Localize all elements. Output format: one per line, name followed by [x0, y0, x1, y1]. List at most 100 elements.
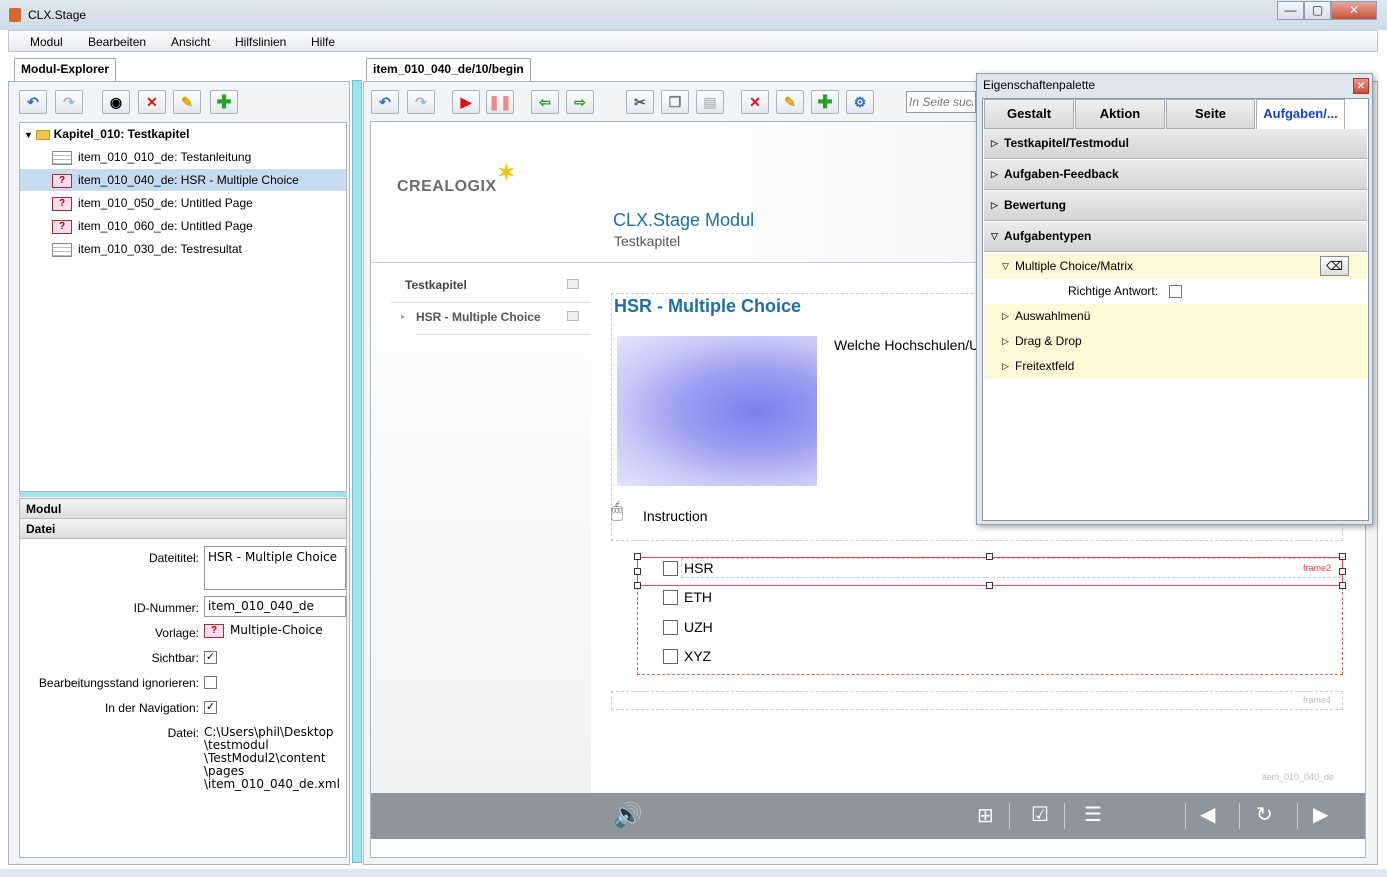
list-icon[interactable]: ☰: [1084, 802, 1102, 827]
section-datei[interactable]: Datei: [20, 519, 346, 539]
tree-item[interactable]: item_010_030_de: Testresultat: [52, 238, 242, 260]
checkbox-icon[interactable]: ☑: [1031, 802, 1049, 827]
crealogix-logo: CREALOGIX ✶: [397, 160, 515, 196]
section-aufgabentypen[interactable]: ▽ Aufgabentypen: [984, 222, 1367, 252]
page-title: HSR - Multiple Choice: [614, 296, 802, 316]
question-icon: ?: [52, 173, 72, 188]
settings-gear-icon[interactable]: ⚙: [846, 90, 874, 114]
eye-icon[interactable]: ◉: [102, 90, 130, 114]
resize-handle[interactable]: [986, 582, 993, 589]
window-title: CLX.Stage: [28, 8, 87, 22]
subtype-label: Freitextfeld: [1015, 359, 1075, 373]
back-arrow-icon[interactable]: ⇦: [531, 90, 559, 114]
subtype-multiple-choice[interactable]: ▽ Multiple Choice/Matrix ⌫: [984, 254, 1367, 279]
menu-ansicht[interactable]: Ansicht: [171, 35, 210, 49]
section-testkapitel[interactable]: ▷ Testkapitel/Testmodul: [984, 129, 1367, 159]
navigation-checkbox[interactable]: ✓: [204, 701, 217, 714]
subtype-item[interactable]: ▷ Drag & Drop: [984, 329, 1367, 354]
paste-icon[interactable]: ▤: [696, 90, 724, 114]
redo-icon[interactable]: ↷: [55, 90, 83, 114]
section-bewertung[interactable]: ▷ Bewertung: [984, 191, 1367, 221]
question-image[interactable]: [617, 336, 817, 486]
section-feedback[interactable]: ▷ Aufgaben-Feedback: [984, 160, 1367, 190]
resize-handle[interactable]: [1339, 582, 1346, 589]
splitter[interactable]: [19, 492, 347, 497]
ignorieren-checkbox[interactable]: [204, 676, 217, 689]
vertical-splitter[interactable]: [352, 80, 362, 863]
nav-chapter[interactable]: Testkapitel: [405, 278, 467, 292]
menu-modul[interactable]: Modul: [30, 35, 63, 49]
section-modul[interactable]: Modul: [20, 499, 346, 519]
vorlage-value[interactable]: ? Multiple-Choice: [204, 623, 323, 638]
id-field[interactable]: item_010_040_de: [204, 596, 346, 617]
tab-gestalt[interactable]: Gestalt: [984, 99, 1074, 129]
close-button[interactable]: ✕: [1331, 1, 1377, 20]
dateititel-field[interactable]: HSR - Multiple Choice: [204, 546, 346, 590]
delete-icon[interactable]: ✕: [741, 90, 769, 114]
tree-item-selected[interactable]: ? item_010_040_de: HSR - Multiple Choice: [20, 169, 346, 191]
previous-icon[interactable]: ◀: [1200, 802, 1215, 827]
divider: [1185, 803, 1186, 829]
tab-editor-page[interactable]: item_010_040_de/10/begin: [366, 58, 531, 81]
tree-item[interactable]: ? item_010_060_de: Untitled Page: [52, 215, 253, 237]
menu-bar: Modul Bearbeiten Ansicht Hilfslinien Hil…: [8, 30, 1378, 52]
tab-aktion[interactable]: Aktion: [1075, 99, 1165, 129]
richtige-antwort-checkbox[interactable]: [1169, 285, 1182, 298]
tree-item-label: item_010_010_de: Testanleitung: [78, 150, 252, 164]
minimize-button[interactable]: —: [1277, 1, 1304, 20]
nav-page[interactable]: HSR - Multiple Choice: [416, 310, 541, 324]
edit-pencil-icon[interactable]: ✎: [173, 90, 201, 114]
expand-arrow-icon: ▷: [1002, 311, 1009, 321]
menu-hilfe[interactable]: Hilfe: [311, 35, 335, 49]
edit-pencil-icon[interactable]: ✎: [776, 90, 804, 114]
tree-item-label: item_010_040_de: HSR - Multiple Choice: [78, 173, 299, 187]
resize-handle[interactable]: [986, 553, 993, 560]
tree-item[interactable]: ? item_010_050_de: Untitled Page: [52, 192, 253, 214]
sichtbar-checkbox[interactable]: ✓: [204, 651, 217, 664]
section-label: Aufgabentypen: [1004, 229, 1092, 243]
option-checkbox[interactable]: [663, 620, 678, 635]
nav-toggle-icon[interactable]: [567, 311, 579, 321]
collapse-arrow-icon: ▽: [991, 231, 998, 241]
undo-icon[interactable]: ↶: [371, 90, 399, 114]
page-icon: [52, 150, 72, 165]
maximize-button[interactable]: ▢: [1304, 1, 1331, 20]
option-checkbox[interactable]: [663, 590, 678, 605]
pause-icon[interactable]: ❚❚: [486, 90, 514, 114]
forward-arrow-icon[interactable]: ⇨: [566, 90, 594, 114]
palette-close-icon[interactable]: ✕: [1353, 78, 1369, 94]
menu-hilfslinien[interactable]: Hilfslinien: [235, 35, 286, 49]
reload-icon[interactable]: ↻: [1256, 802, 1273, 827]
speaker-icon[interactable]: 🔊: [613, 801, 643, 830]
add-icon[interactable]: ✚: [811, 90, 839, 114]
copy-icon[interactable]: ❐: [661, 90, 689, 114]
redo-icon[interactable]: ↷: [407, 90, 435, 114]
next-icon[interactable]: ▶: [1313, 802, 1328, 827]
option-checkbox[interactable]: [663, 561, 678, 576]
delete-backspace-icon[interactable]: ⌫: [1320, 256, 1349, 276]
subtype-item[interactable]: ▷ Freitextfeld: [984, 354, 1367, 379]
tree-item[interactable]: item_010_010_de: Testanleitung: [52, 146, 251, 168]
subtype-item[interactable]: ▷ Auswahlmenü: [984, 304, 1367, 329]
cut-icon[interactable]: ✂: [626, 90, 654, 114]
add-icon[interactable]: ✚: [210, 90, 238, 114]
search-input[interactable]: [906, 91, 976, 113]
tab-seite[interactable]: Seite: [1166, 99, 1255, 129]
logo-text: CREALOGIX: [397, 178, 497, 195]
menu-bearbeiten[interactable]: Bearbeiten: [88, 35, 146, 49]
tab-modul-explorer[interactable]: Modul-Explorer: [14, 58, 117, 81]
tree-root[interactable]: ▼ Kapitel_010: Testkapitel: [24, 123, 189, 145]
nav-toggle-icon[interactable]: [567, 279, 579, 289]
resize-handle[interactable]: [634, 568, 641, 575]
delete-icon[interactable]: ✕: [138, 90, 166, 114]
sitemap-icon[interactable]: ⊞: [977, 803, 994, 828]
resize-handle[interactable]: [1339, 568, 1346, 575]
option-checkbox[interactable]: [663, 649, 678, 664]
frame4-box[interactable]: [611, 691, 1343, 710]
tab-aufgaben[interactable]: Aufgaben/...: [1256, 99, 1345, 129]
resize-handle[interactable]: [634, 582, 641, 589]
play-icon[interactable]: ▶: [452, 90, 480, 114]
resize-handle[interactable]: [634, 553, 641, 560]
undo-icon[interactable]: ↶: [19, 90, 47, 114]
resize-handle[interactable]: [1339, 553, 1346, 560]
